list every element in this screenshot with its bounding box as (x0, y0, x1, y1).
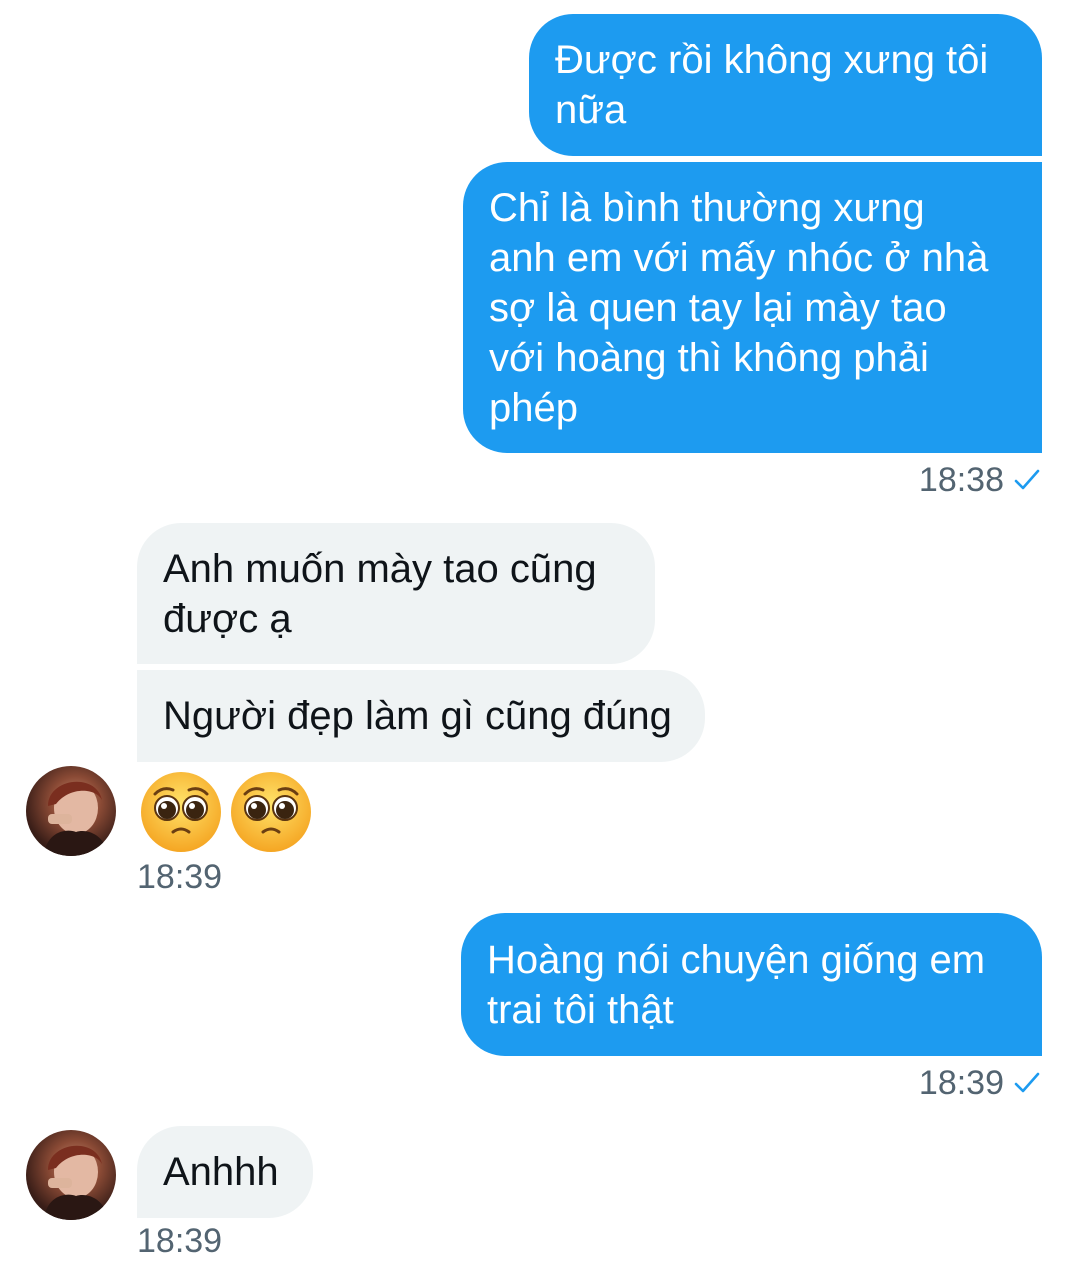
pleading-face-icon (139, 770, 223, 854)
message-bubble-outgoing[interactable]: Hoàng nói chuyện giống em trai tôi thật (461, 913, 1042, 1056)
timestamp: 18:39 (137, 858, 223, 896)
timestamp: 18:38 (918, 461, 1004, 499)
timestamp: 18:39 (918, 1064, 1004, 1102)
message-timestamp-row: 18:38 (919, 460, 1040, 500)
message-bubble-outgoing[interactable]: Được rồi không xưng tôi nữa (529, 14, 1042, 156)
timestamp: 18:39 (137, 1222, 223, 1260)
avatar[interactable] (26, 1130, 116, 1220)
check-icon (1014, 1071, 1040, 1095)
message-bubble-outgoing[interactable]: Chỉ là bình thường xưng anh em với mấy n… (463, 162, 1042, 453)
message-bubble-incoming[interactable]: Anh muốn mày tao cũng được ạ (137, 523, 655, 664)
message-bubble-incoming[interactable]: Người đẹp làm gì cũng đúng (137, 670, 705, 762)
pleading-face-icon (229, 770, 313, 854)
message-bubble-incoming[interactable]: Anhhh (137, 1126, 313, 1218)
avatar[interactable] (26, 766, 116, 856)
message-timestamp-row: 18:39 (919, 1063, 1040, 1103)
check-icon (1014, 468, 1040, 492)
